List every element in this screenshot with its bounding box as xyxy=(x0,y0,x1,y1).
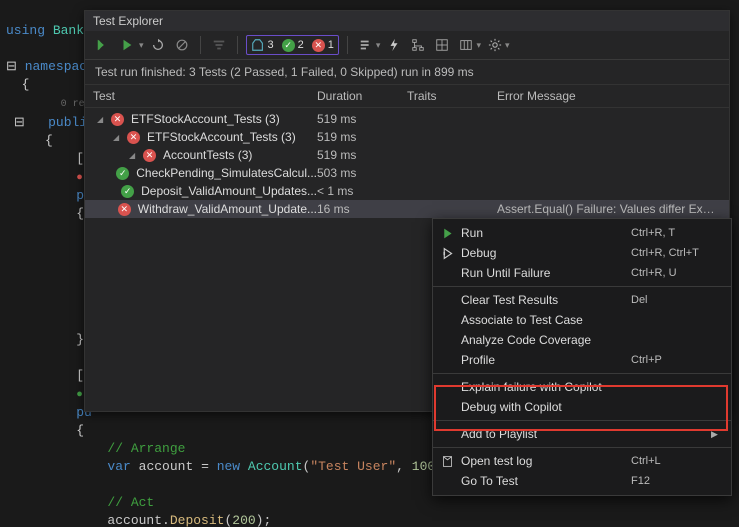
duration-cell: 519 ms xyxy=(317,148,407,162)
menu-label: Explain failure with Copilot xyxy=(461,380,631,394)
pass-badge[interactable]: ✓2 xyxy=(282,39,304,52)
filter-button[interactable] xyxy=(209,35,229,55)
menu-label: Clear Test Results xyxy=(461,293,631,307)
test-name: AccountTests (3) xyxy=(163,148,252,162)
menu-label: Run xyxy=(461,226,631,240)
test-row[interactable]: ✕ Withdraw_ValidAmount_Update...16 ms Asse… xyxy=(85,200,729,218)
menu-label: Debug with Copilot xyxy=(461,400,631,414)
context-menu: RunCtrl+R, TDebugCtrl+R, Ctrl+TRun Until… xyxy=(432,218,732,496)
menu-shortcut: Ctrl+R, U xyxy=(631,267,711,279)
test-row[interactable]: ✓ CheckPending_SimulatesCalcul...503 ms xyxy=(85,164,729,182)
menu-item[interactable]: Open test logCtrl+L xyxy=(433,451,731,471)
test-name: Withdraw_ValidAmount_Update... xyxy=(138,202,317,216)
debug-icon xyxy=(433,247,461,260)
submenu-arrow-icon: ▶ xyxy=(711,429,725,440)
menu-item[interactable]: DebugCtrl+R, Ctrl+T xyxy=(433,243,731,263)
menu-label: Analyze Code Coverage xyxy=(461,333,631,347)
menu-item[interactable]: Associate to Test Case xyxy=(433,310,731,330)
menu-shortcut: Ctrl+R, T xyxy=(631,227,711,239)
lightning-icon[interactable] xyxy=(384,35,404,55)
error-cell: Assert.Equal() Failure: Values differ Ex… xyxy=(497,202,721,216)
menu-label: Profile xyxy=(461,353,631,367)
menu-item[interactable]: Explain failure with Copilot xyxy=(433,377,731,397)
fail-badge[interactable]: ✕1 xyxy=(312,39,334,52)
summary-badges: 3 ✓2 ✕1 xyxy=(246,35,339,55)
menu-item[interactable]: Debug with Copilot xyxy=(433,397,731,417)
menu-shortcut: Ctrl+L xyxy=(631,455,711,467)
duration-cell: < 1 ms xyxy=(317,184,407,198)
test-name: ETFStockAccount_Tests (3) xyxy=(147,130,296,144)
toolbar: ▾ 3 ✓2 ✕1 ▾ ▾ ▾ xyxy=(85,31,729,60)
col-error[interactable]: Error Message xyxy=(497,89,721,103)
menu-item[interactable]: Go To TestF12 xyxy=(433,471,731,491)
cancel-button[interactable] xyxy=(172,35,192,55)
chevron-down-icon[interactable]: ▾ xyxy=(376,40,381,51)
test-name: CheckPending_SimulatesCalcul... xyxy=(136,166,317,180)
repeat-button[interactable] xyxy=(148,35,168,55)
menu-shortcut: F12 xyxy=(631,475,711,487)
columns-icon[interactable] xyxy=(456,35,476,55)
total-badge[interactable]: 3 xyxy=(251,38,274,52)
panel-title: Test Explorer xyxy=(85,11,729,31)
col-test[interactable]: Test xyxy=(93,89,317,103)
expand-caret-icon[interactable]: ◢ xyxy=(113,133,123,142)
status-line: Test run finished: 3 Tests (2 Passed, 1 … xyxy=(85,60,729,85)
menu-item[interactable]: Add to Playlist ▶ xyxy=(433,424,731,444)
menu-shortcut: Del xyxy=(631,294,711,306)
menu-shortcut: Ctrl+P xyxy=(631,354,711,366)
menu-label: Run Until Failure xyxy=(461,266,631,280)
menu-separator xyxy=(433,286,731,287)
settings-icon[interactable] xyxy=(485,35,505,55)
menu-label: Open test log xyxy=(461,454,631,468)
run-button[interactable] xyxy=(117,35,137,55)
test-row[interactable]: ◢ ✕ ETFStockAccount_Tests (3) 519 ms xyxy=(85,128,729,146)
menu-shortcut: Ctrl+R, Ctrl+T xyxy=(631,247,711,259)
test-row[interactable]: ◢ ✕ ETFStockAccount_Tests (3) 519 ms xyxy=(85,110,729,128)
run-all-button[interactable] xyxy=(93,35,113,55)
test-name: Deposit_ValidAmount_Updates... xyxy=(141,184,317,198)
menu-item[interactable]: ProfileCtrl+P xyxy=(433,350,731,370)
menu-label: Debug xyxy=(461,246,631,260)
duration-cell: 519 ms xyxy=(317,130,407,144)
fail-icon: ✕ xyxy=(127,131,140,144)
duration-cell: 503 ms xyxy=(317,166,407,180)
col-duration[interactable]: Duration xyxy=(317,89,407,103)
test-row[interactable]: ✓ Deposit_ValidAmount_Updates...< 1 ms xyxy=(85,182,729,200)
test-row[interactable]: ◢ ✕ AccountTests (3) 519 ms xyxy=(85,146,729,164)
group-icon[interactable] xyxy=(432,35,452,55)
menu-item[interactable]: Analyze Code Coverage xyxy=(433,330,731,350)
pass-icon: ✓ xyxy=(116,167,129,180)
menu-label: Add to Playlist xyxy=(461,427,631,441)
menu-item[interactable]: Clear Test ResultsDel xyxy=(433,290,731,310)
menu-item[interactable]: Run Until FailureCtrl+R, U xyxy=(433,263,731,283)
menu-item[interactable]: RunCtrl+R, T xyxy=(433,223,731,243)
duration-cell: 519 ms xyxy=(317,112,407,126)
chevron-down-icon[interactable]: ▾ xyxy=(505,40,510,51)
duration-cell: 16 ms xyxy=(317,202,407,216)
log-icon xyxy=(433,455,461,468)
menu-separator xyxy=(433,447,731,448)
menu-separator xyxy=(433,373,731,374)
test-name: ETFStockAccount_Tests (3) xyxy=(131,112,280,126)
fail-icon: ✕ xyxy=(118,203,131,216)
playlist-icon[interactable] xyxy=(356,35,376,55)
pass-icon: ✓ xyxy=(121,185,134,198)
hierarchy-icon[interactable] xyxy=(408,35,428,55)
play-icon xyxy=(433,227,461,240)
menu-separator xyxy=(433,420,731,421)
col-traits[interactable]: Traits xyxy=(407,89,497,103)
expand-caret-icon[interactable]: ◢ xyxy=(129,151,139,160)
menu-label: Associate to Test Case xyxy=(461,313,631,327)
chevron-down-icon[interactable]: ▾ xyxy=(139,40,144,51)
menu-label: Go To Test xyxy=(461,474,631,488)
expand-caret-icon[interactable]: ◢ xyxy=(97,115,107,124)
chevron-down-icon[interactable]: ▾ xyxy=(476,40,481,51)
column-headers: Test Duration Traits Error Message xyxy=(85,85,729,108)
fail-icon: ✕ xyxy=(143,149,156,162)
fail-icon: ✕ xyxy=(111,113,124,126)
